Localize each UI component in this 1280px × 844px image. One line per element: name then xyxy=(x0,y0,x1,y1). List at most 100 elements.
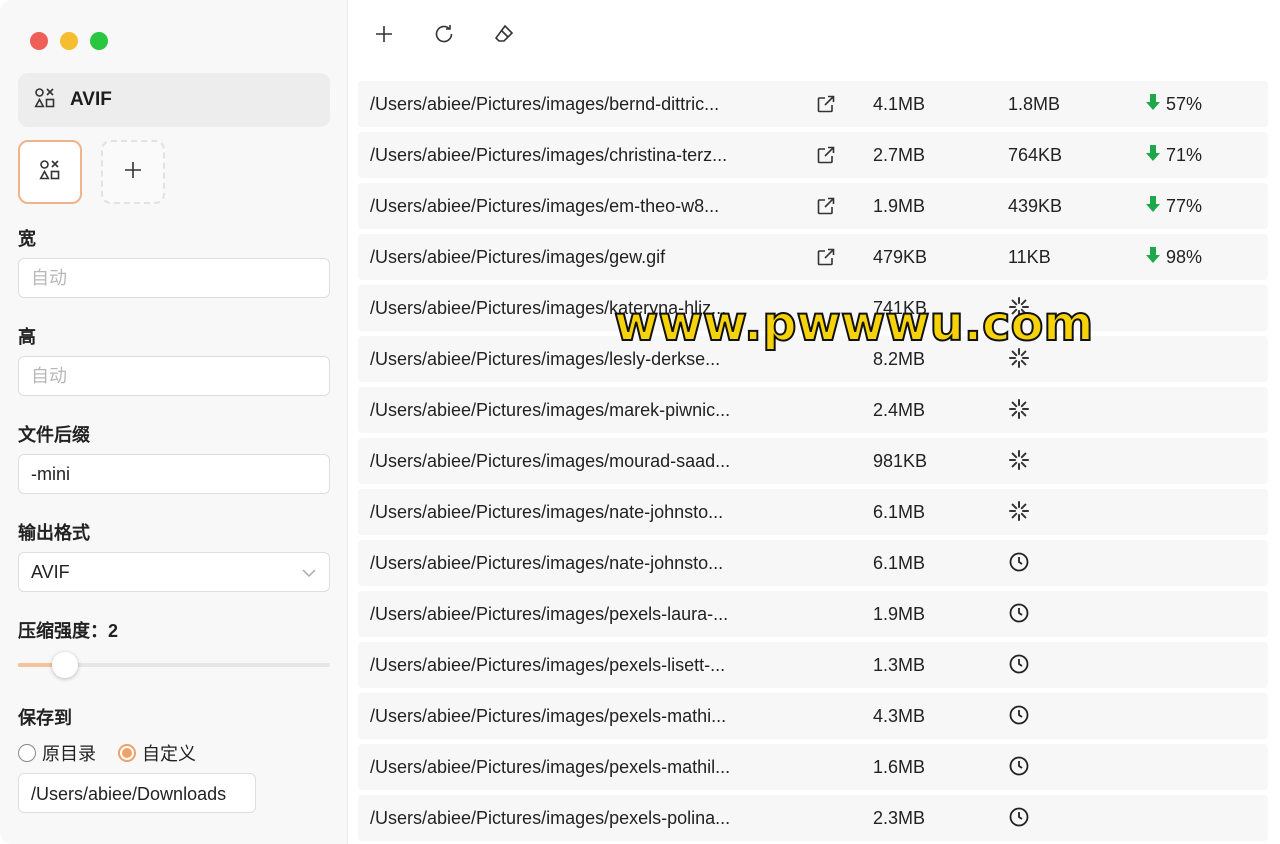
spinner-icon xyxy=(1008,500,1030,522)
file-path: /Users/abiee/Pictures/images/pexels-lise… xyxy=(370,654,726,675)
saved-percentage: 57% xyxy=(1144,93,1202,116)
file-row[interactable]: /Users/abiee/Pictures/images/christina-t… xyxy=(358,132,1268,178)
compressed-size: 764KB xyxy=(1008,144,1063,165)
shapes-icon xyxy=(34,87,56,114)
saved-value: 57% xyxy=(1166,93,1203,114)
clock-icon xyxy=(1008,602,1030,624)
slider-thumb[interactable] xyxy=(51,652,78,678)
plus-icon xyxy=(375,25,393,48)
file-path: /Users/abiee/Pictures/images/marek-piwni… xyxy=(370,399,731,420)
saved-value: 98% xyxy=(1166,246,1203,267)
clock-icon xyxy=(1008,653,1030,675)
radio-label: 自定义 xyxy=(142,744,196,764)
file-path: /Users/abiee/Pictures/images/bernd-dittr… xyxy=(370,93,720,114)
file-row[interactable]: /Users/abiee/Pictures/images/gew.gif 479K… xyxy=(358,234,1268,280)
file-row[interactable]: /Users/abiee/Pictures/images/mourad-saad… xyxy=(358,438,1268,484)
close-window-button[interactable] xyxy=(30,32,48,50)
file-row[interactable]: /Users/abiee/Pictures/images/bernd-dittr… xyxy=(358,81,1268,127)
file-row[interactable]: /Users/abiee/Pictures/images/nate-johnst… xyxy=(358,489,1268,535)
file-path: /Users/abiee/Pictures/images/em-theo-w8.… xyxy=(370,195,720,216)
file-row[interactable]: /Users/abiee/Pictures/images/marek-piwni… xyxy=(358,387,1268,433)
radio-label: 原目录 xyxy=(42,744,96,764)
file-row[interactable]: /Users/abiee/Pictures/images/pexels-laur… xyxy=(358,591,1268,637)
file-path: /Users/abiee/Pictures/images/nate-johnst… xyxy=(370,501,724,522)
file-path: /Users/abiee/Pictures/images/pexels-math… xyxy=(370,756,731,777)
save-to-label: 保存到 xyxy=(18,708,72,728)
saved-value: 71% xyxy=(1166,144,1203,165)
file-row[interactable]: /Users/abiee/Pictures/images/pexels-poli… xyxy=(358,795,1268,841)
open-external-icon[interactable] xyxy=(816,145,836,165)
watermark: www.pwwwu.com xyxy=(613,295,1094,353)
strength-slider[interactable] xyxy=(18,652,330,678)
add-preset-button[interactable] xyxy=(101,140,165,204)
file-row[interactable]: /Users/abiee/Pictures/images/pexels-math… xyxy=(358,693,1268,739)
original-size: 6.1MB xyxy=(873,552,926,573)
original-size: 2.4MB xyxy=(873,399,926,420)
format-label: 输出格式 xyxy=(18,523,90,543)
compressed-size: 439KB xyxy=(1008,195,1063,216)
original-size: 6.1MB xyxy=(873,501,926,522)
file-row[interactable]: /Users/abiee/Pictures/images/pexels-lise… xyxy=(358,642,1268,688)
original-size: 1.9MB xyxy=(873,603,926,624)
clear-button[interactable] xyxy=(491,23,517,49)
sidebar: AVIF 宽 高 文件后缀 输出格式 AVIF xyxy=(0,0,348,844)
format-select-value: AVIF xyxy=(31,561,70,582)
original-size: 1.6MB xyxy=(873,756,926,777)
original-size: 2.7MB xyxy=(873,144,926,165)
suffix-label: 文件后缀 xyxy=(18,425,90,445)
saved-value: 77% xyxy=(1166,195,1203,216)
compressed-size: 11KB xyxy=(1008,246,1051,267)
format-select[interactable]: AVIF xyxy=(18,552,330,592)
zoom-window-button[interactable] xyxy=(90,32,108,50)
open-external-icon[interactable] xyxy=(816,196,836,216)
file-row[interactable]: /Users/abiee/Pictures/images/em-theo-w8.… xyxy=(358,183,1268,229)
plus-icon xyxy=(123,160,143,185)
height-label: 高 xyxy=(18,327,36,347)
add-files-button[interactable] xyxy=(371,23,397,49)
file-path: /Users/abiee/Pictures/images/mourad-saad… xyxy=(370,450,731,471)
preset-title: AVIF xyxy=(70,89,112,110)
file-path: /Users/abiee/Pictures/images/pexels-laur… xyxy=(370,603,729,624)
original-size: 1.9MB xyxy=(873,195,926,216)
original-size: 4.1MB xyxy=(873,93,926,114)
arrow-down-icon xyxy=(1144,144,1166,167)
save-location-radio-group: 原目录 自定义 xyxy=(18,740,218,766)
save-path-input[interactable]: /Users/abiee/Downloads xyxy=(18,773,256,813)
saved-percentage: 98% xyxy=(1144,246,1202,269)
file-row[interactable]: /Users/abiee/Pictures/images/nate-johnst… xyxy=(358,540,1268,586)
width-input[interactable] xyxy=(18,258,330,298)
file-path: /Users/abiee/Pictures/images/pexels-math… xyxy=(370,705,727,726)
shapes-icon xyxy=(39,159,61,186)
file-list: /Users/abiee/Pictures/images/bernd-dittr… xyxy=(358,81,1268,844)
radio-custom-dir[interactable]: 自定义 xyxy=(118,740,196,766)
file-path: /Users/abiee/Pictures/images/christina-t… xyxy=(370,144,728,165)
spinner-icon xyxy=(1008,398,1030,420)
file-path: /Users/abiee/Pictures/images/pexels-poli… xyxy=(370,807,731,828)
minimize-window-button[interactable] xyxy=(60,32,78,50)
open-external-icon[interactable] xyxy=(816,247,836,267)
original-size: 4.3MB xyxy=(873,705,926,726)
open-external-icon[interactable] xyxy=(816,94,836,114)
spinner-icon xyxy=(1008,449,1030,471)
width-label: 宽 xyxy=(18,229,36,249)
preset-card-avif[interactable]: AVIF xyxy=(18,73,330,127)
chevron-down-icon xyxy=(301,562,317,583)
clock-icon xyxy=(1008,755,1030,777)
radio-original-dir[interactable]: 原目录 xyxy=(18,740,96,766)
arrow-down-icon xyxy=(1144,93,1166,116)
suffix-input[interactable] xyxy=(18,454,330,494)
window-controls xyxy=(30,32,108,50)
original-size: 981KB xyxy=(873,450,928,471)
radio-button-checked[interactable] xyxy=(118,744,136,762)
clock-icon xyxy=(1008,704,1030,726)
height-input[interactable] xyxy=(18,356,330,396)
clock-icon xyxy=(1008,551,1030,573)
radio-button[interactable] xyxy=(18,744,36,762)
refresh-button[interactable] xyxy=(431,23,457,49)
clock-icon xyxy=(1008,806,1030,828)
preset-tile-avif[interactable] xyxy=(18,140,82,204)
saved-percentage: 71% xyxy=(1144,144,1202,167)
refresh-icon xyxy=(433,23,455,50)
compressed-size: 1.8MB xyxy=(1008,93,1061,114)
file-row[interactable]: /Users/abiee/Pictures/images/pexels-math… xyxy=(358,744,1268,790)
